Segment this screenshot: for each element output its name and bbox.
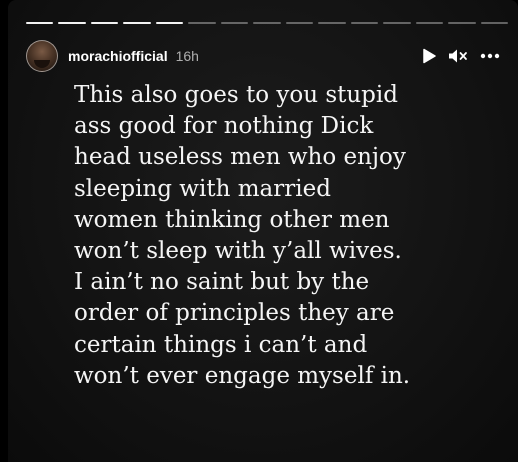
story-header: morachiofficial 16h [26, 40, 500, 72]
progress-segment [415, 22, 444, 24]
progress-segment [188, 22, 216, 24]
caption-line: I ain’t no saint but by the [74, 269, 370, 296]
caption-line: order of principles they are [74, 300, 395, 327]
play-icon[interactable] [422, 48, 436, 64]
caption-line: head useless men who enjoy [74, 144, 406, 171]
caption-line: This also goes to you stupid [74, 82, 398, 108]
more-options-icon[interactable] [480, 53, 500, 59]
caption-line: sleeping with married [74, 175, 331, 202]
caption-line: won’t ever engage myself in. [74, 362, 411, 389]
progress-segment [58, 22, 86, 24]
speaker-muted-icon[interactable] [448, 48, 468, 64]
progress-segment [285, 22, 314, 24]
progress-segment [318, 22, 346, 24]
progress-segment [480, 22, 509, 24]
progress-segment [448, 22, 476, 24]
caption-line: ass good for nothing Dick [74, 113, 374, 140]
progress-segment [383, 22, 411, 24]
caption-line: women thinking other men [74, 206, 390, 233]
progress-segment [220, 22, 249, 24]
username-link[interactable]: morachiofficial [68, 48, 168, 64]
avatar[interactable] [26, 40, 58, 72]
progress-segment [155, 22, 184, 24]
progress-segment [26, 22, 54, 24]
progress-segment [350, 22, 379, 24]
progress-segment [123, 22, 151, 24]
caption-line: certain things i can’t and [74, 331, 368, 358]
story-controls [422, 48, 500, 64]
progress-segment [253, 22, 281, 24]
story-progress-bar [26, 22, 509, 24]
caption-line: won’t sleep with y’all wives. [74, 238, 402, 265]
story-viewer[interactable]: morachiofficial 16h This also goes to yo… [8, 0, 518, 462]
post-time: 16h [175, 48, 199, 64]
story-caption: This also goes to you stupid ass good fo… [74, 80, 494, 392]
progress-segment [90, 22, 119, 24]
